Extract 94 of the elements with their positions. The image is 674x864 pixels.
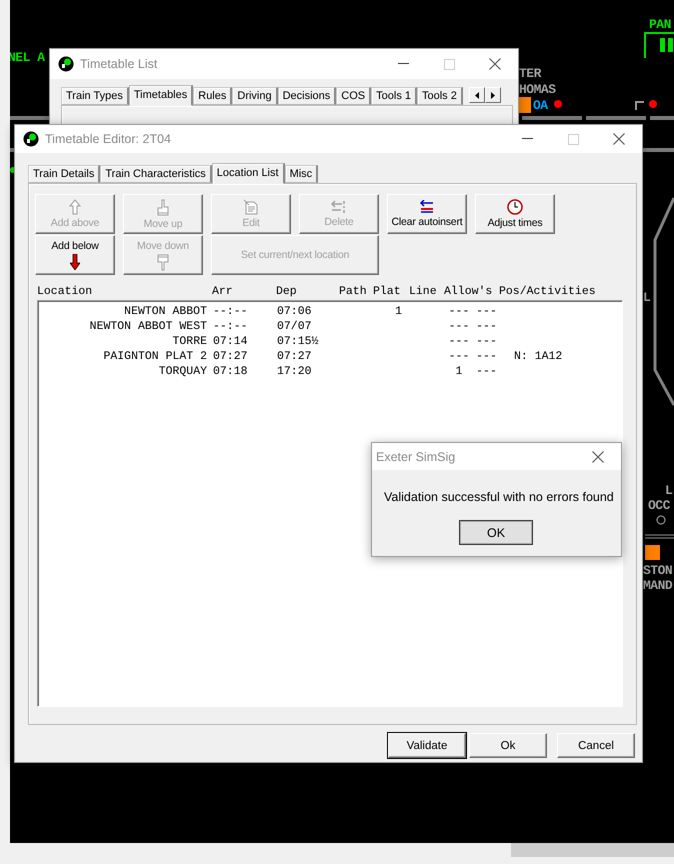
table-cell-text: TORRE: [171, 334, 208, 349]
minimize-icon[interactable]: [522, 138, 532, 140]
horizontal-scrollbar[interactable]: [0, 843, 674, 864]
column-header: Line: [409, 285, 438, 299]
diagram-label: L: [665, 484, 672, 498]
table-cell-text: ---: [448, 304, 470, 319]
tab[interactable]: Tools 1: [371, 87, 417, 105]
diagram-label: MAND: [643, 579, 672, 593]
column-header: Arr: [212, 285, 234, 299]
arrows-icon: [418, 200, 436, 214]
signal-icon: [554, 100, 562, 108]
track-block: [519, 97, 531, 113]
table-cell-text: 07:18: [213, 364, 249, 379]
delete-icon: [331, 200, 347, 214]
left-arrow-icon: [474, 92, 479, 98]
tab[interactable]: Decisions: [278, 87, 336, 105]
column-header: Pos/Activities: [499, 285, 597, 299]
table-cell-text: 07:06: [277, 304, 313, 319]
tab[interactable]: Train Types: [61, 87, 129, 105]
panel-frame-drawing: [644, 32, 674, 58]
table-cell-text: NEWTON ABBOT WEST: [88, 319, 208, 334]
diagram-label: L: [643, 291, 650, 305]
table-cell-text: --:--: [213, 304, 249, 319]
table-cell-text: ---: [448, 334, 470, 349]
tab[interactable]: Train Characteristics: [100, 165, 212, 183]
table-cell-text: 07:15½: [277, 334, 320, 349]
tab[interactable]: COS: [336, 87, 372, 105]
diagram-label: OA: [533, 99, 548, 113]
up-arrow-icon: [69, 199, 81, 215]
table-cell-text: ---: [475, 349, 498, 364]
table-cell-text: 17:20: [277, 364, 313, 379]
app-icon: [23, 131, 39, 147]
diagram-label: PAN: [649, 18, 671, 32]
tab[interactable]: Location List: [212, 163, 285, 184]
tab[interactable]: Rules: [193, 87, 232, 105]
column-header: Plat: [373, 285, 402, 299]
window-title: Timetable Editor: 2T04: [45, 132, 172, 146]
column-header: Location: [37, 285, 94, 299]
column-header: Allow's: [444, 285, 494, 299]
table-cell-text: ---: [448, 349, 470, 364]
document-edit-icon: [243, 199, 259, 215]
hand-icon: [156, 198, 170, 216]
table-cell-text: ---: [475, 334, 498, 349]
table-cell-text: 07:27: [213, 349, 249, 364]
table-cell-text: ---: [475, 364, 498, 379]
table-cell-text: 1: [454, 364, 464, 379]
hand-icon: [156, 254, 170, 270]
scroll-left-button[interactable]: [468, 87, 485, 103]
table-cell-text: 07:27: [277, 349, 313, 364]
dialog-button[interactable]: Ok: [469, 733, 547, 758]
message-text: Validation successful with no errors found: [383, 489, 615, 504]
column-header: Dep: [276, 285, 298, 299]
scrollbar-thumb[interactable]: [511, 843, 674, 857]
column-header: Path: [339, 285, 368, 299]
toolbar-button[interactable]: Adjust times: [475, 194, 555, 234]
track-block: [645, 545, 660, 560]
close-icon[interactable]: [613, 133, 625, 145]
table-cell-text: ---: [475, 319, 498, 334]
table-cell-text: TORQUAY: [158, 364, 208, 379]
indicator-icon: [656, 516, 666, 524]
tab[interactable]: Misc: [284, 165, 318, 183]
tab[interactable]: Tools 2: [417, 87, 463, 105]
toolbar-button[interactable]: Clear autoinsert: [387, 194, 467, 234]
scroll-right-button[interactable]: [484, 87, 501, 103]
dialog-button[interactable]: Cancel: [557, 733, 635, 758]
table-cell-text: 07:14: [213, 334, 249, 349]
down-arrow-icon: [70, 254, 80, 270]
window-title: Exeter SimSig: [376, 450, 456, 464]
diagram-label: STON: [643, 564, 672, 578]
tab[interactable]: Train Details: [28, 165, 100, 183]
minimize-icon[interactable]: [398, 63, 408, 65]
table-cell-text: 1: [394, 304, 403, 319]
toolbar-button[interactable]: Add below: [35, 235, 115, 275]
table-cell-text: NEWTON ABBOT: [123, 304, 208, 319]
right-arrow-icon: [490, 92, 495, 98]
signal-icon: [635, 100, 657, 110]
diagram-label: OCC: [648, 499, 670, 513]
table-cell-text: 07/07: [277, 319, 313, 334]
dialog-button[interactable]: Validate: [388, 733, 466, 758]
table-cell-text: --:--: [213, 319, 249, 334]
clock-icon: [507, 199, 523, 215]
close-icon[interactable]: [489, 58, 501, 70]
diagram-label: TER: [519, 67, 541, 81]
table-cell-text: PAIGNTON PLAT 2: [102, 349, 208, 364]
tab[interactable]: Driving: [232, 87, 278, 105]
diagram-label: HOMAS: [519, 83, 556, 97]
ok-button[interactable]: OK: [459, 520, 533, 545]
tab[interactable]: Timetables: [128, 85, 194, 106]
table-cell-text: N: 1A12: [513, 349, 564, 364]
window-title: Timetable List: [80, 57, 158, 71]
app-icon: [58, 56, 74, 72]
table-cell-text: ---: [475, 304, 498, 319]
table-cell-text: ---: [448, 319, 470, 334]
close-icon[interactable]: [592, 450, 604, 462]
